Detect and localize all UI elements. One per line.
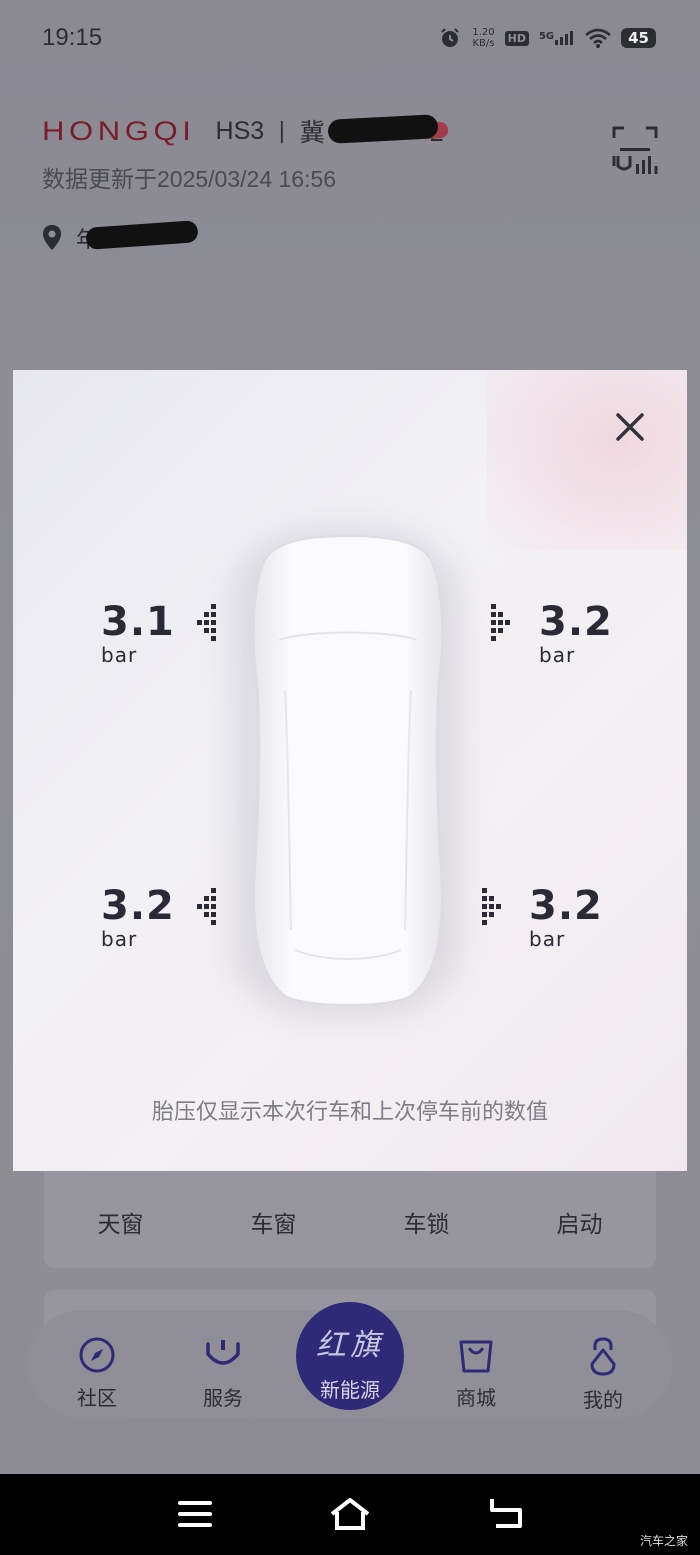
watermark: 汽车之家 xyxy=(639,1534,688,1548)
status-bar: 19:15 1.20 KB/s HD 5G 45 xyxy=(0,0,700,78)
alarm-icon xyxy=(441,28,460,47)
data-update-time: 数据更新于2025/03/24 16:56 xyxy=(42,166,337,192)
car-top-view xyxy=(252,534,444,1006)
license-plate: 冀L xyxy=(300,113,443,149)
nav-profile[interactable]: 我的 xyxy=(553,1336,653,1413)
tire-pressure-value: 3.1 xyxy=(101,599,175,645)
remote-controls: 天窗 车窗 车锁 启动 xyxy=(44,1205,656,1239)
vehicle-model: HS3 xyxy=(215,116,265,145)
shopping-bag-icon xyxy=(459,1340,493,1373)
battery-icon: 45 xyxy=(621,28,656,48)
hd-icon: HD xyxy=(504,30,529,46)
signal-left-icon xyxy=(197,604,216,641)
tire-front-right: 3.2 bar xyxy=(539,600,613,666)
nav-label: 新能源 xyxy=(320,1378,380,1402)
nav-community[interactable]: 社区 xyxy=(47,1336,147,1411)
control-windows[interactable]: 车窗 xyxy=(197,1205,350,1239)
tire-pressure-unit: bar xyxy=(101,927,138,951)
control-start[interactable]: 启动 xyxy=(503,1205,656,1239)
nav-label: 服务 xyxy=(203,1386,243,1410)
license-plate-prefix: 冀 xyxy=(299,118,325,147)
network-speed-value: 1.20 xyxy=(472,27,495,38)
nav-label: 商城 xyxy=(456,1386,496,1410)
tire-pressure-unit: bar xyxy=(529,927,566,951)
vehicle-scan-icon[interactable] xyxy=(612,126,658,176)
signal-right-icon xyxy=(482,888,501,925)
tire-pressure-modal: 3.1 bar 3.2 bar 3.2 bar 3.2 bar 胎压仅显示本次行… xyxy=(13,370,687,1171)
nav-new-energy[interactable]: 红旗 新能源 xyxy=(296,1302,404,1410)
header-separator: | xyxy=(278,118,286,144)
nav-mall[interactable]: 商城 xyxy=(426,1336,526,1411)
vehicle-location[interactable]: 年 xyxy=(42,220,199,254)
network-speed-unit: KB/s xyxy=(472,38,495,49)
tire-pressure-value: 3.2 xyxy=(101,883,175,929)
profile-drop-icon xyxy=(590,1337,616,1376)
compass-icon xyxy=(79,1337,115,1373)
wifi-icon xyxy=(585,28,611,48)
tire-rear-right: 3.2 bar xyxy=(529,884,603,950)
network-type: 5G xyxy=(538,31,555,42)
tire-pressure-unit: bar xyxy=(539,643,576,667)
smile-service-icon xyxy=(206,1340,240,1365)
status-icons: 1.20 KB/s HD 5G 45 xyxy=(438,26,656,50)
menu-icon[interactable] xyxy=(176,1496,214,1532)
tire-pressure-unit: bar xyxy=(101,643,138,667)
tire-pressure-note: 胎压仅显示本次行车和上次停车前的数值 xyxy=(151,1100,548,1125)
location-pin-icon xyxy=(43,225,61,250)
redaction-mark xyxy=(327,114,439,144)
hongqi-brand-logo: HONGQI xyxy=(42,115,196,146)
signal-5g-icon: 5G xyxy=(539,31,575,45)
control-sunroof[interactable]: 天窗 xyxy=(44,1205,197,1239)
redaction-mark xyxy=(85,220,199,250)
control-lock[interactable]: 车锁 xyxy=(350,1205,503,1239)
nav-service[interactable]: 服务 xyxy=(173,1336,273,1411)
nav-label: 社区 xyxy=(77,1386,117,1410)
location-text: 年 xyxy=(76,220,199,254)
home-icon[interactable] xyxy=(328,1496,372,1532)
tire-rear-left: 3.2 bar xyxy=(101,884,175,950)
tire-pressure-value: 3.2 xyxy=(539,599,613,645)
signal-left-icon xyxy=(197,888,216,925)
network-speed: 1.20 KB/s xyxy=(472,27,494,49)
hongqi-logo: 红旗 xyxy=(316,1328,384,1363)
status-time: 19:15 xyxy=(42,24,103,51)
system-nav-bar: 汽车之家 xyxy=(0,1474,700,1555)
back-icon[interactable] xyxy=(486,1496,526,1532)
vehicle-header: HONGQI HS3 | 冀L xyxy=(42,113,443,149)
nav-label: 我的 xyxy=(583,1388,623,1412)
close-icon[interactable] xyxy=(613,410,647,444)
signal-right-icon xyxy=(491,604,510,641)
tire-pressure-value: 3.2 xyxy=(529,883,603,929)
tire-front-left: 3.1 bar xyxy=(101,600,175,666)
